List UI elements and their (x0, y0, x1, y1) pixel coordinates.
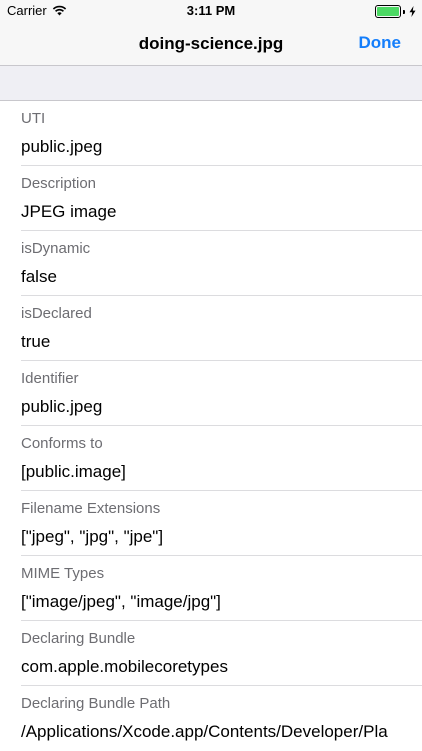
property-row-declaring-bundle: Declaring Bundle com.apple.mobilecoretyp… (0, 621, 422, 686)
battery-level-fill (377, 7, 399, 16)
property-value: JPEG image (21, 202, 117, 221)
property-row-conforms-to: Conforms to [public.image] (0, 426, 422, 491)
property-label: UTI (21, 110, 46, 127)
property-label: Identifier (21, 370, 79, 387)
battery-icon (375, 5, 401, 18)
property-label: Declaring Bundle Path (21, 695, 171, 712)
property-label: isDeclared (21, 305, 92, 322)
property-label: isDynamic (21, 240, 91, 257)
property-value: [public.image] (21, 462, 126, 481)
property-value: ["jpeg", "jpg", "jpe"] (21, 527, 164, 546)
property-value: public.jpeg (21, 397, 103, 416)
property-row-mime-types: MIME Types ["image/jpeg", "image/jpg"] (0, 556, 422, 621)
property-label: Filename Extensions (21, 500, 161, 517)
property-row-description: Description JPEG image (0, 166, 422, 231)
property-value: /Applications/Xcode.app/Contents/Develop… (21, 722, 388, 741)
property-row-is-dynamic: isDynamic false (0, 231, 422, 296)
property-row-filename-extensions: Filename Extensions ["jpeg", "jpg", "jpe… (0, 491, 422, 556)
section-header-spacer (0, 66, 422, 101)
property-row-uti: UTI public.jpeg (0, 101, 422, 166)
property-row-identifier: Identifier public.jpeg (0, 361, 422, 426)
property-value: false (21, 267, 57, 286)
status-bar: Carrier 3:11 PM (0, 0, 422, 22)
property-value: ["image/jpeg", "image/jpg"] (21, 592, 221, 611)
property-row-is-declared: isDeclared true (0, 296, 422, 361)
navigation-bar: doing-science.jpg Done (0, 22, 422, 66)
property-row-declaring-bundle-path: Declaring Bundle Path /Applications/Xcod… (0, 686, 422, 751)
property-label: MIME Types (21, 565, 105, 582)
property-value: true (21, 332, 51, 351)
properties-list: UTI public.jpeg Description JPEG image i… (0, 101, 422, 751)
property-value: public.jpeg (21, 137, 103, 156)
property-label: Conforms to (21, 435, 103, 452)
property-value: com.apple.mobilecoretypes (21, 657, 228, 676)
charging-bolt-icon (409, 6, 416, 17)
property-label: Description (21, 175, 97, 192)
battery-indicator (375, 5, 416, 18)
battery-cap (403, 9, 405, 14)
done-button[interactable]: Done (359, 33, 402, 53)
property-label: Declaring Bundle (21, 630, 136, 647)
status-time: 3:11 PM (186, 3, 236, 18)
